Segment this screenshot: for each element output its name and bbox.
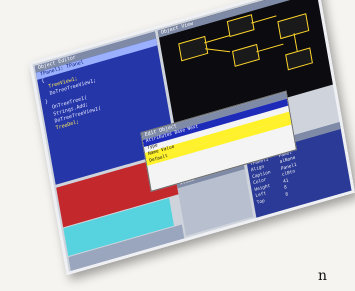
graph-edge xyxy=(256,43,284,53)
code-editor-lines[interactable]: TPanel1: TPanel{ TreeView1; DoTreeTreeVi… xyxy=(35,38,167,135)
page-letter: n xyxy=(318,268,328,284)
graph-edge xyxy=(204,35,230,44)
screen-bezel: Object Editor TPanel1: TPanel{ TreeView1… xyxy=(29,0,355,276)
graph-edge xyxy=(205,48,231,53)
graph-edge xyxy=(293,33,298,52)
graph-node[interactable] xyxy=(226,14,255,38)
tilted-monitor-screen: Object Editor TPanel1: TPanel{ TreeView1… xyxy=(29,0,355,276)
graph-node[interactable] xyxy=(285,47,313,71)
graph-node[interactable] xyxy=(232,43,260,67)
graph-node[interactable] xyxy=(178,35,209,62)
graph-edge xyxy=(251,15,277,24)
